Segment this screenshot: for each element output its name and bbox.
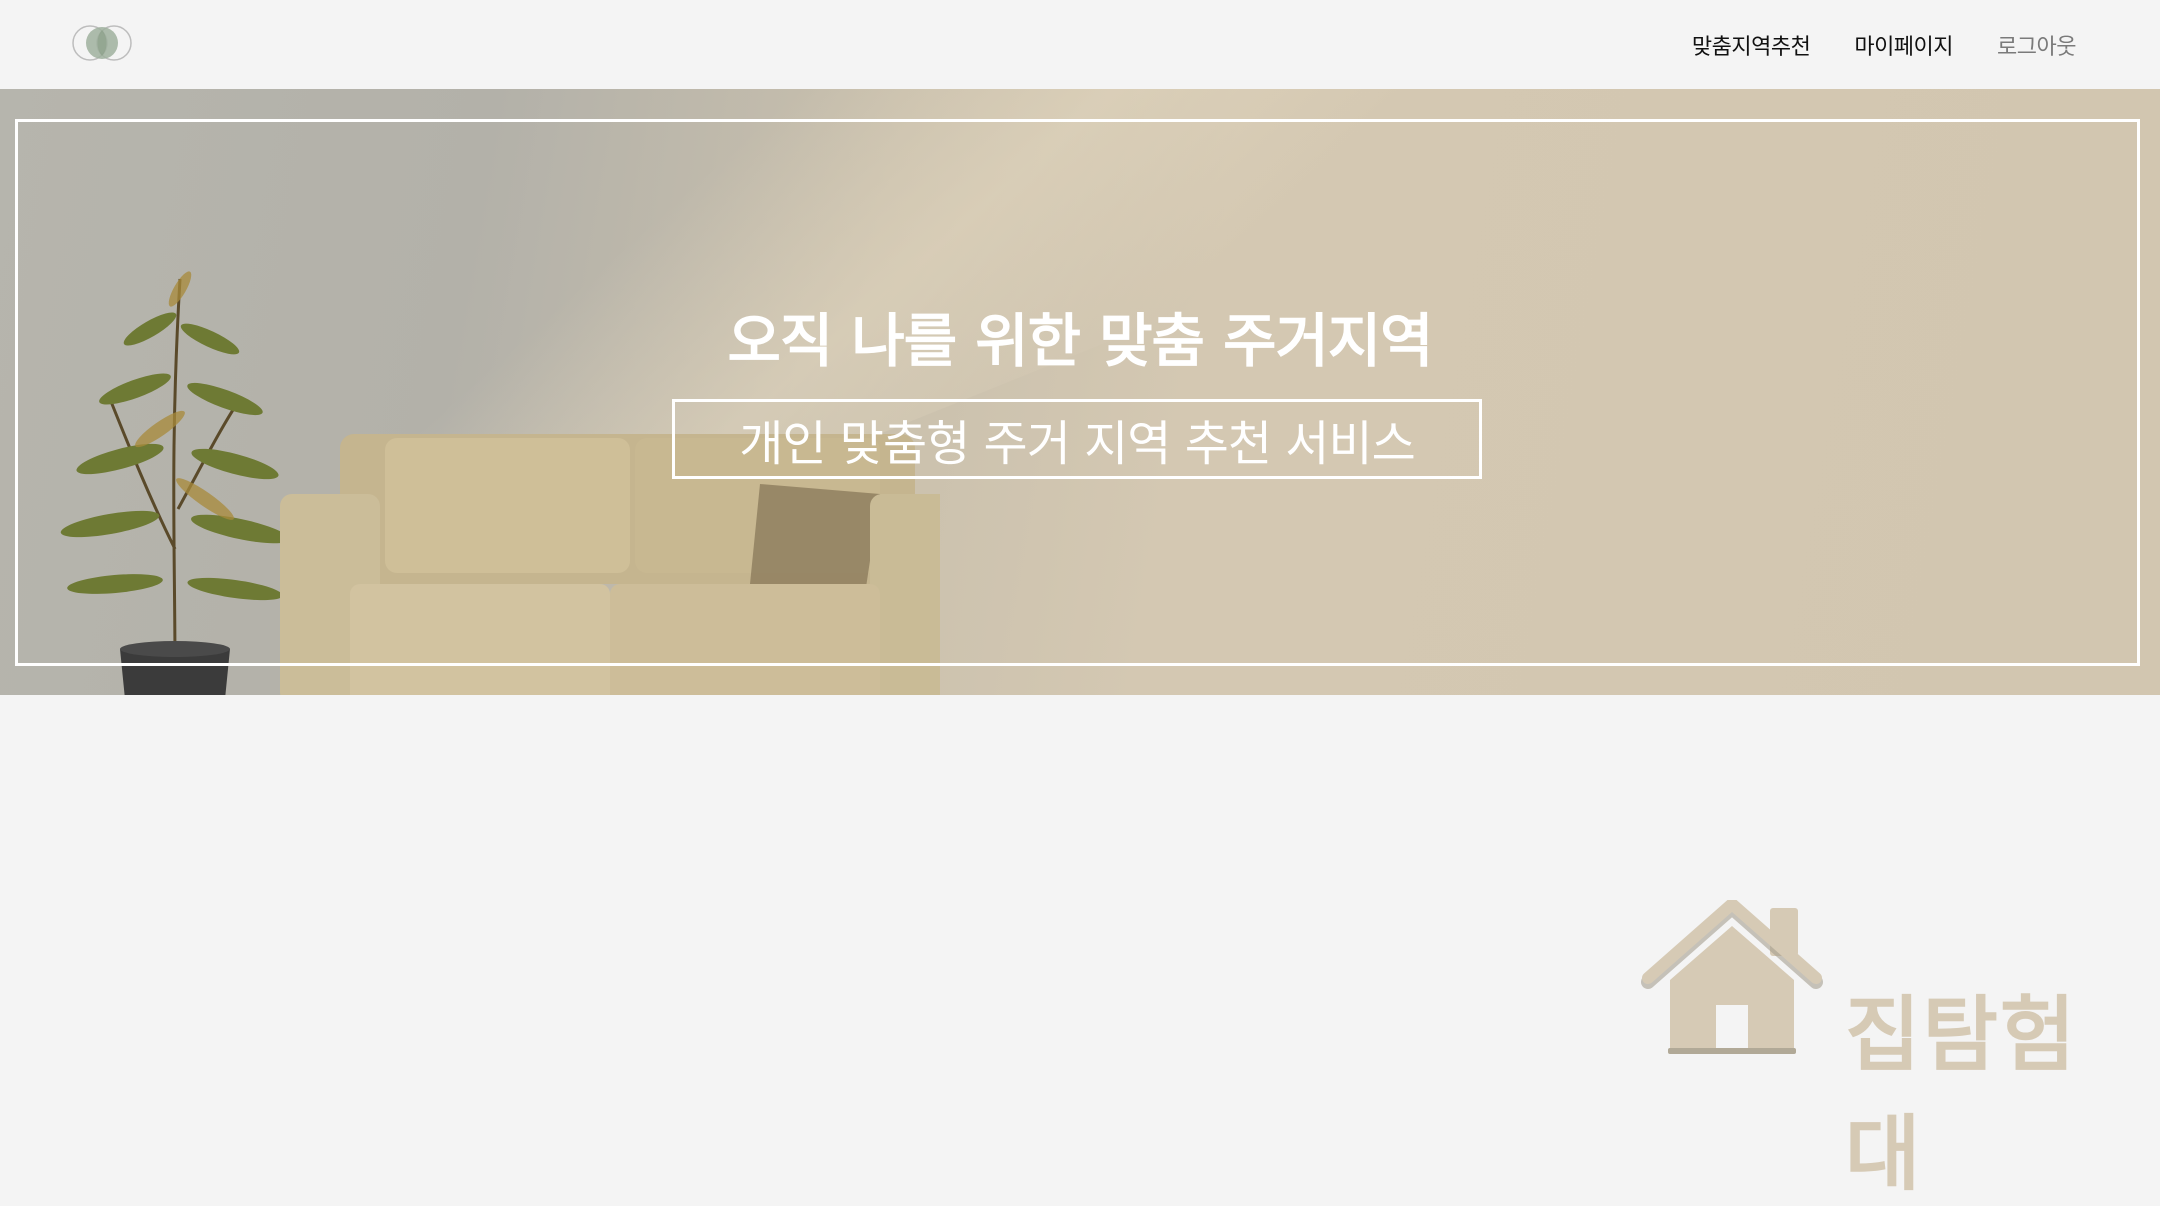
brand-name: 집탐험대 [1845,988,2078,1202]
nav-menu: 맞춤지역추천 마이페이지 로그아웃 [1692,0,2077,89]
hero-banner: 오직 나를 위한 맞춤 주거지역 개인 맞춤형 주거 지역 추천 서비스 [0,89,2160,695]
hero-frame [15,119,2140,666]
hero-title: 오직 나를 위한 맞춤 주거지역 [727,307,1433,375]
nav-logout-link[interactable]: 로그아웃 [1997,29,2076,61]
nav-mypage-link[interactable]: 마이페이지 [1854,29,1953,61]
top-navbar: 맞춤지역추천 마이페이지 로그아웃 [0,0,2160,89]
nav-recommend-link[interactable]: 맞춤지역추천 [1692,29,1811,61]
brand-logo: 집탐험대 [1640,900,2140,1202]
logo-icon[interactable] [70,24,134,62]
house-icon [1641,900,1823,1054]
hero-subtitle: 개인 맞춤형 주거 지역 추천 서비스 [672,399,1482,479]
